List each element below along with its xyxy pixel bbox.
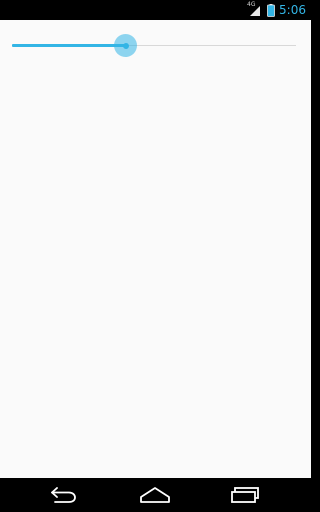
android-screen: 4G 5:06 [0,0,311,512]
seek-bar-thumb[interactable] [114,34,138,57]
network-status: 4G [247,1,263,18]
content-area [0,20,311,478]
seek-bar-thumb-center [122,42,129,49]
navigation-bar [0,478,311,512]
status-bar-right: 4G 5:06 [247,0,306,20]
home-button[interactable] [131,478,179,512]
seek-bar-progress [12,44,126,47]
recents-icon [231,487,259,503]
back-button[interactable] [40,478,88,512]
signal-icon [250,6,261,16]
status-bar: 4G 5:06 [0,0,311,20]
home-icon [140,487,170,503]
status-clock: 5:06 [279,3,306,17]
recent-apps-button[interactable] [222,478,270,512]
seek-bar-track[interactable] [12,44,296,47]
seek-bar[interactable] [0,20,311,70]
back-icon [51,487,76,503]
battery-icon [267,3,275,17]
